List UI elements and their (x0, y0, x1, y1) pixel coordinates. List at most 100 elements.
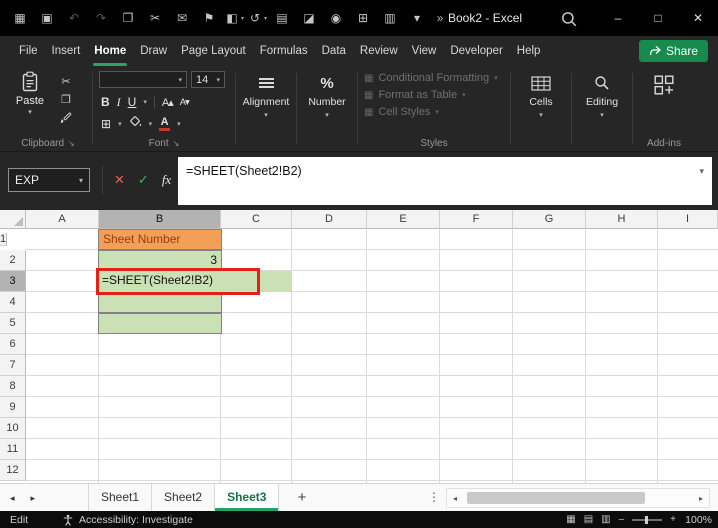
qat-undo-icon[interactable]: ↶ (62, 0, 86, 36)
sheet-options-dots-icon[interactable]: ⋮ (428, 484, 440, 511)
qat-copy-icon[interactable]: ❐ (116, 0, 140, 36)
row-header-5[interactable]: 5 (0, 313, 26, 334)
next-sheet-icon[interactable]: ▸ (31, 493, 36, 504)
decrease-font-size-button[interactable]: A▾ (180, 97, 190, 108)
italic-button[interactable]: I (117, 95, 121, 109)
column-header-a[interactable]: A (26, 210, 99, 229)
number-group-button[interactable]: % Number ▾ (299, 66, 355, 151)
cells-group-button[interactable]: Cells ▾ (513, 66, 569, 151)
scrollbar-thumb[interactable] (467, 492, 645, 504)
qat-table-icon[interactable]: ▥ (378, 0, 402, 36)
format-as-table-button[interactable]: ▦ Format as Table ▾ (364, 89, 504, 101)
zoom-in-icon[interactable]: + (670, 514, 676, 525)
qat-fill-color-button[interactable]: ◧ ▾ (224, 0, 244, 36)
grid-cells[interactable]: Sheet Number 3 =SHEET(Sheet2!B2) (26, 229, 718, 483)
font-size-combo[interactable]: 14 ▾ (191, 71, 225, 88)
sheet-tab-sheet2[interactable]: Sheet2 (152, 484, 216, 511)
chevron-down-icon[interactable]: ▾ (143, 98, 147, 106)
qat-redo-icon[interactable]: ↷ (89, 0, 113, 36)
tab-home[interactable]: Home (87, 36, 133, 66)
row-header-2[interactable]: 2 (0, 250, 26, 271)
increase-font-size-button[interactable]: A▴ (162, 96, 174, 109)
qat-document-icon[interactable]: ▤ (270, 0, 294, 36)
column-header-c[interactable]: C (221, 210, 292, 229)
bold-button[interactable]: B (101, 95, 110, 109)
qat-overflow-icon[interactable]: » (432, 11, 448, 25)
cell-B5[interactable] (98, 313, 222, 334)
scrollbar-track[interactable] (463, 489, 693, 507)
normal-view-icon[interactable]: ▦ (566, 514, 575, 525)
scroll-right-icon[interactable]: ▸ (693, 494, 709, 503)
row-header-3[interactable]: 3 (0, 271, 26, 292)
font-color-button[interactable]: A (159, 117, 171, 131)
minimize-button[interactable]: – (598, 0, 638, 36)
tab-file[interactable]: File (12, 36, 45, 66)
qat-eraser-icon[interactable]: ◪ (297, 0, 321, 36)
cell-styles-button[interactable]: ▦ Cell Styles ▾ (364, 106, 504, 118)
close-button[interactable]: ✕ (678, 0, 718, 36)
addins-button[interactable] (653, 74, 675, 101)
qat-borders-icon[interactable]: ⊞ (351, 0, 375, 36)
cell-B1[interactable]: Sheet Number (98, 229, 222, 250)
font-dialog-launcher-icon[interactable]: ↘ (173, 139, 180, 148)
previous-sheet-icon[interactable]: ◂ (10, 493, 15, 504)
font-name-combo[interactable]: ▾ (99, 71, 187, 88)
zoom-level[interactable]: 100% (684, 514, 712, 526)
column-header-i[interactable]: I (658, 210, 718, 229)
cell-B4[interactable] (98, 292, 222, 313)
sheet-tab-sheet3[interactable]: Sheet3 (215, 484, 280, 511)
select-all-corner[interactable] (0, 210, 26, 229)
chevron-down-icon[interactable]: ▾ (149, 120, 153, 128)
page-layout-view-icon[interactable]: ▤ (584, 514, 593, 525)
row-header-8[interactable]: 8 (0, 376, 26, 397)
enter-icon[interactable]: ✓ (138, 172, 149, 188)
tab-review[interactable]: Review (353, 36, 405, 66)
zoom-slider[interactable] (632, 515, 663, 524)
qat-flag-icon[interactable]: ⚑ (197, 0, 221, 36)
row-header-9[interactable]: 9 (0, 397, 26, 418)
name-box[interactable]: EXP ▾ (8, 168, 90, 192)
row-header-12[interactable]: 12 (0, 460, 26, 481)
tab-draw[interactable]: Draw (133, 36, 174, 66)
page-break-view-icon[interactable]: ▥ (601, 514, 610, 525)
column-header-f[interactable]: F (440, 210, 513, 229)
horizontal-scrollbar[interactable]: ◂ ▸ (446, 488, 710, 508)
underline-button[interactable]: U (128, 95, 137, 109)
qat-apps-grid-icon[interactable]: ▦ (8, 0, 32, 36)
tab-insert[interactable]: Insert (45, 36, 88, 66)
conditional-formatting-button[interactable]: ▦ Conditional Formatting ▾ (364, 72, 504, 84)
chevron-down-icon[interactable]: ▾ (177, 120, 181, 128)
qat-cut-icon[interactable]: ✂ (143, 0, 167, 36)
new-sheet-button[interactable]: + (290, 484, 314, 511)
alignment-group-button[interactable]: Alignment ▾ (238, 66, 294, 151)
editing-group-button[interactable]: Editing ▾ (574, 66, 630, 151)
maximize-button[interactable]: □ (638, 0, 678, 36)
search-icon[interactable] (560, 10, 578, 28)
cancel-icon[interactable]: ✕ (114, 172, 125, 188)
zoom-out-icon[interactable]: – (619, 514, 625, 525)
tab-data[interactable]: Data (315, 36, 353, 66)
row-header-4[interactable]: 4 (0, 292, 26, 313)
column-header-h[interactable]: H (586, 210, 658, 229)
column-header-d[interactable]: D (292, 210, 367, 229)
tab-developer[interactable]: Developer (443, 36, 509, 66)
tab-formulas[interactable]: Formulas (253, 36, 315, 66)
accessibility-checker[interactable]: Accessibility: Investigate (62, 514, 193, 526)
fill-color-button[interactable] (129, 115, 142, 133)
share-button[interactable]: Share (638, 40, 708, 62)
clipboard-dialog-launcher-icon[interactable]: ↘ (68, 139, 75, 148)
insert-function-icon[interactable]: fx (162, 172, 171, 188)
row-header-7[interactable]: 7 (0, 355, 26, 376)
cut-icon[interactable]: ✂ (58, 76, 74, 88)
copy-icon[interactable]: ❐ (58, 94, 74, 106)
qat-camera-icon[interactable]: ◉ (324, 0, 348, 36)
format-painter-icon[interactable] (58, 112, 74, 127)
row-header-11[interactable]: 11 (0, 439, 26, 460)
tab-view[interactable]: View (405, 36, 444, 66)
row-header-10[interactable]: 10 (0, 418, 26, 439)
column-header-e[interactable]: E (367, 210, 440, 229)
row-header-1[interactable]: 1 (0, 233, 8, 246)
qat-undo-history-button[interactable]: ↺ ▾ (247, 0, 267, 36)
borders-button[interactable]: ⊞ (101, 117, 111, 131)
tab-help[interactable]: Help (510, 36, 548, 66)
